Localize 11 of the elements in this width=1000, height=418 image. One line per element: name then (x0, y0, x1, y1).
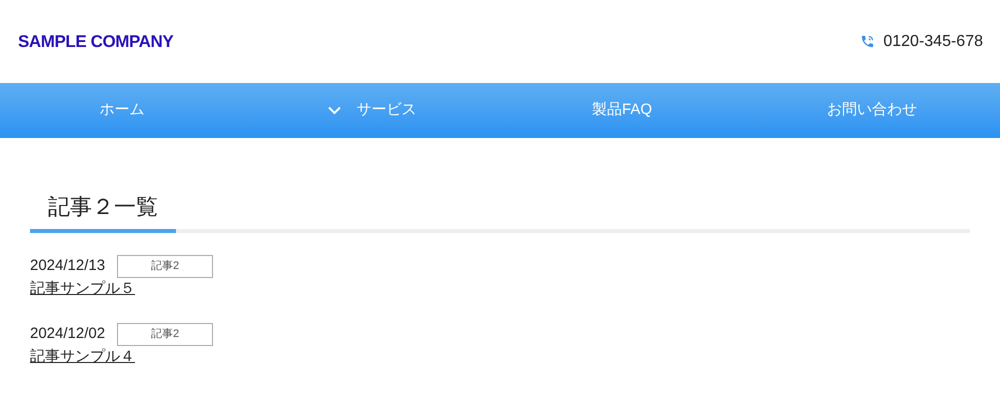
chevron-down-icon (328, 106, 340, 115)
post-date: 2024/12/02 (30, 324, 106, 344)
post-link[interactable]: 記事サンプル５ (30, 278, 135, 300)
phone-number: 0120-345-678 (883, 32, 983, 52)
company-logo[interactable]: SAMPLE COMPANY (18, 28, 174, 54)
post-date: 2024/12/13 (30, 256, 106, 276)
post-link[interactable]: 記事サンプル４ (30, 346, 135, 368)
phone-icon (860, 34, 876, 49)
category-tag[interactable]: 記事2 (117, 255, 214, 278)
section-heading: 記事２一覧 (47, 193, 158, 221)
category-tag[interactable]: 記事2 (117, 322, 214, 346)
